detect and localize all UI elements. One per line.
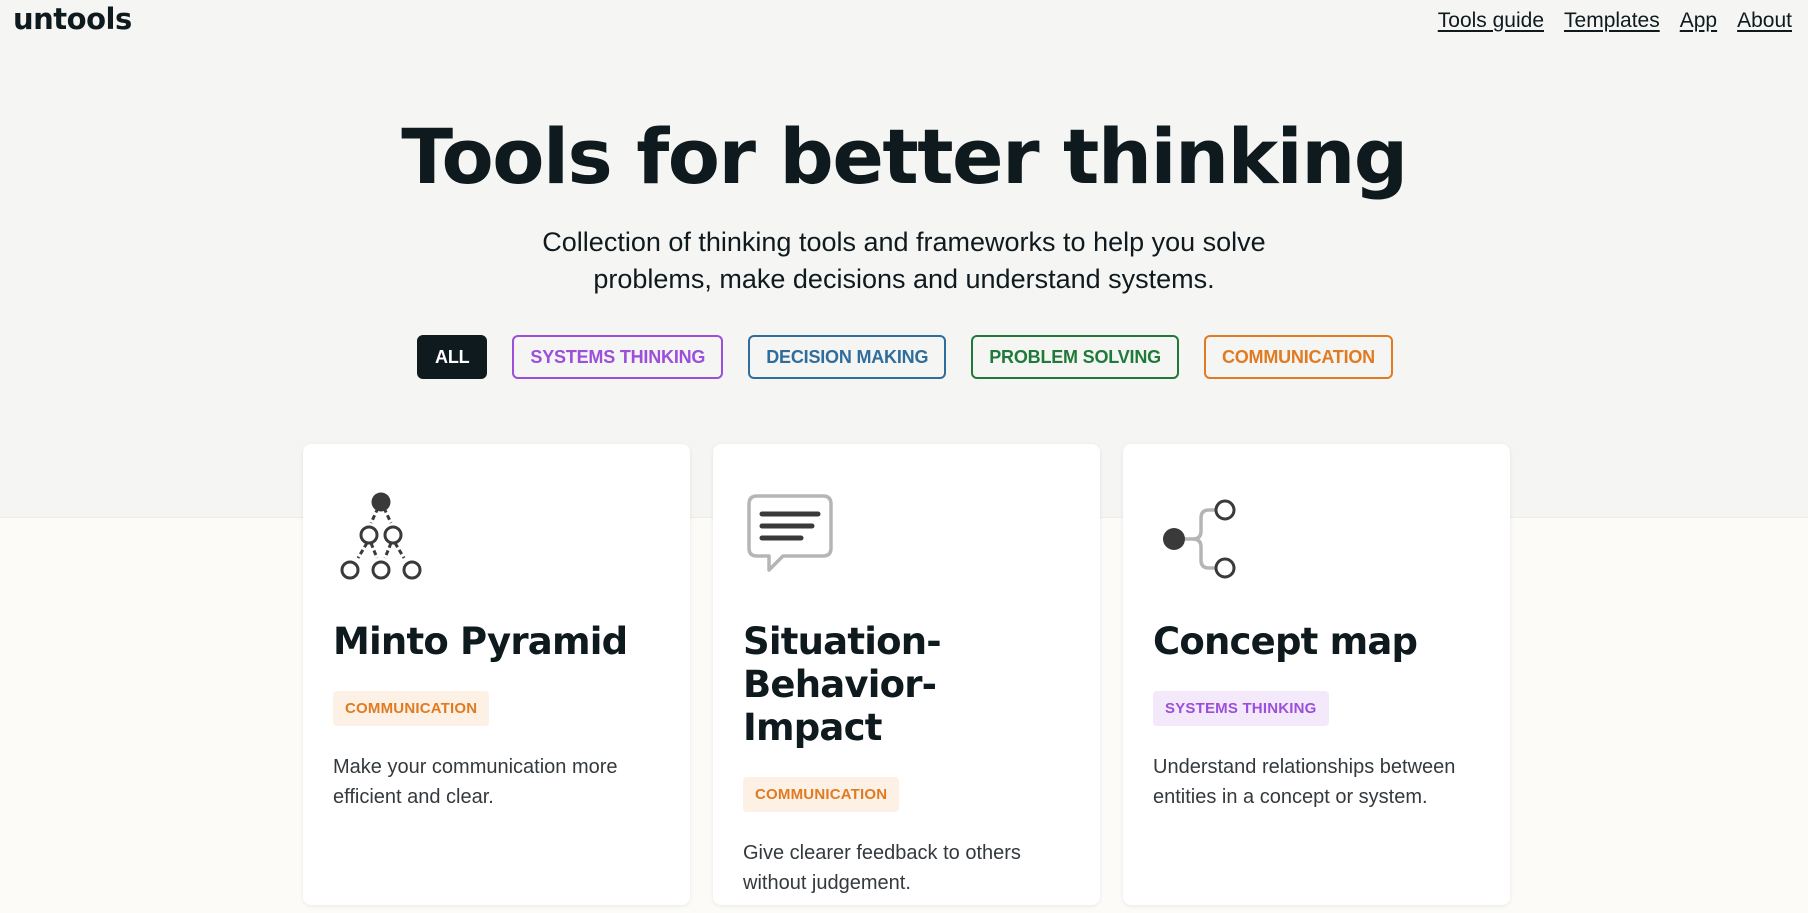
concept-map-icon — [1163, 499, 1236, 579]
tool-card-minto-pyramid[interactable]: Minto Pyramid COMMUNICATION Make your co… — [303, 444, 690, 905]
page-title: Tools for better thinking — [401, 112, 1408, 201]
filter-systems-thinking-button[interactable]: SYSTEMS THINKING — [512, 335, 724, 379]
category-filters: ALL SYSTEMS THINKING DECISION MAKING PRO… — [0, 335, 1808, 379]
category-tag: COMMUNICATION — [743, 777, 900, 812]
filter-communication-button[interactable]: COMMUNICATION — [1203, 335, 1393, 379]
speech-bubble-icon — [747, 494, 833, 572]
nav-link-about[interactable]: About — [1737, 9, 1792, 33]
filter-all-button[interactable]: ALL — [417, 335, 488, 379]
nav-link-tools-guide[interactable]: Tools guide — [1438, 9, 1544, 33]
tool-card-situation-behavior-impact[interactable]: Situation-Behavior-Impact COMMUNICATION … — [713, 444, 1100, 905]
filter-decision-making-button[interactable]: DECISION MAKING — [748, 335, 947, 379]
site-header: untools Tools guide Templates App About — [0, 0, 1808, 48]
card-title: Concept map — [1153, 620, 1418, 663]
category-tag: SYSTEMS THINKING — [1153, 691, 1329, 726]
card-description: Make your communication more efficient a… — [333, 756, 618, 808]
main-nav: Tools guide Templates App About — [1438, 9, 1792, 33]
pyramid-tree-icon — [340, 492, 422, 580]
tool-card-grid: Minto Pyramid COMMUNICATION Make your co… — [303, 444, 1510, 905]
category-tag: COMMUNICATION — [333, 691, 490, 726]
card-title: Situation-Behavior-Impact — [743, 620, 942, 749]
nav-link-templates[interactable]: Templates — [1564, 9, 1660, 33]
nav-link-app[interactable]: App — [1680, 9, 1717, 33]
page-subtitle: Collection of thinking tools and framewo… — [542, 227, 1266, 294]
site-logo[interactable]: untools — [13, 2, 132, 36]
filter-problem-solving-button[interactable]: PROBLEM SOLVING — [971, 335, 1179, 379]
card-title: Minto Pyramid — [333, 620, 628, 663]
card-description: Understand relationships between entitie… — [1153, 756, 1456, 808]
tool-card-concept-map[interactable]: Concept map SYSTEMS THINKING Understand … — [1123, 444, 1510, 905]
card-description: Give clearer feedback to others without … — [743, 842, 1021, 894]
